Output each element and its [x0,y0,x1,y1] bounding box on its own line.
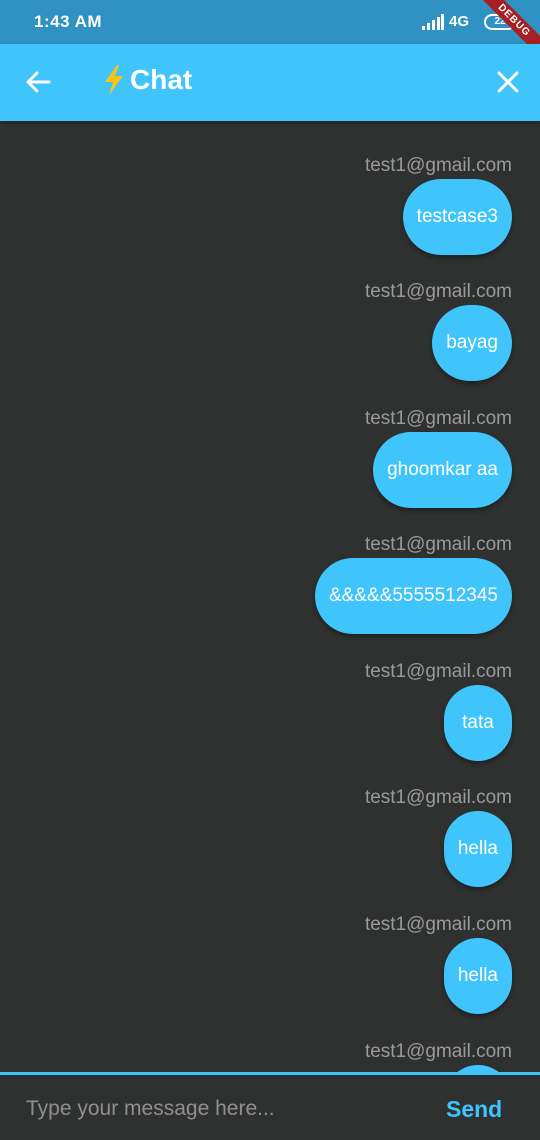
back-arrow-icon[interactable] [22,66,54,98]
message-bubble[interactable] [444,1065,512,1072]
message-bubble[interactable]: tata [444,685,512,761]
message-list[interactable]: test1@gmail.com testcase3 test1@gmail.co… [0,121,540,1072]
message-bubble[interactable]: hella [443,811,512,887]
message-sender: test1@gmail.com [364,787,512,808]
message-item: test1@gmail.com testcase3 [365,155,512,255]
message-item: test1@gmail.com hella [365,787,512,887]
message-bubble[interactable]: &&&&&5555512345 [314,558,512,634]
app-bar: Chat [0,44,540,121]
close-icon[interactable] [494,68,522,96]
message-sender: test1@gmail.com [364,155,512,176]
status-time: 1:43 AM [34,12,103,31]
network-label: 4G [449,13,470,30]
message-sender: test1@gmail.com [364,661,512,682]
message-sender: test1@gmail.com [364,281,512,302]
lightning-icon [105,65,123,95]
message-item: test1@gmail.com [365,1041,512,1072]
message-item: test1@gmail.com hella [365,914,512,1014]
message-item: test1@gmail.com bayag [365,281,512,381]
message-input[interactable] [26,1089,426,1129]
message-composer: Send [0,1072,540,1140]
message-sender: test1@gmail.com [364,408,512,429]
message-bubble[interactable]: hella [443,938,512,1014]
message-sender: test1@gmail.com [364,1041,512,1062]
status-bar: 1:43 AM 4G 22 DEBUG [0,0,540,44]
message-sender: test1@gmail.com [364,534,512,555]
app-title-text: Chat [130,64,193,95]
send-button[interactable]: Send [446,1091,502,1127]
message-item: test1@gmail.com ghoomkar aa [365,408,512,508]
message-bubble[interactable]: bayag [432,305,512,381]
message-bubble[interactable]: ghoomkar aa [373,432,512,508]
message-bubble[interactable]: testcase3 [402,179,512,255]
message-sender: test1@gmail.com [364,914,512,935]
signal-icon [422,14,444,30]
message-item: test1@gmail.com &&&&&5555512345 [314,534,512,634]
page-title: Chat [102,64,192,96]
message-item: test1@gmail.com tata [365,661,512,761]
